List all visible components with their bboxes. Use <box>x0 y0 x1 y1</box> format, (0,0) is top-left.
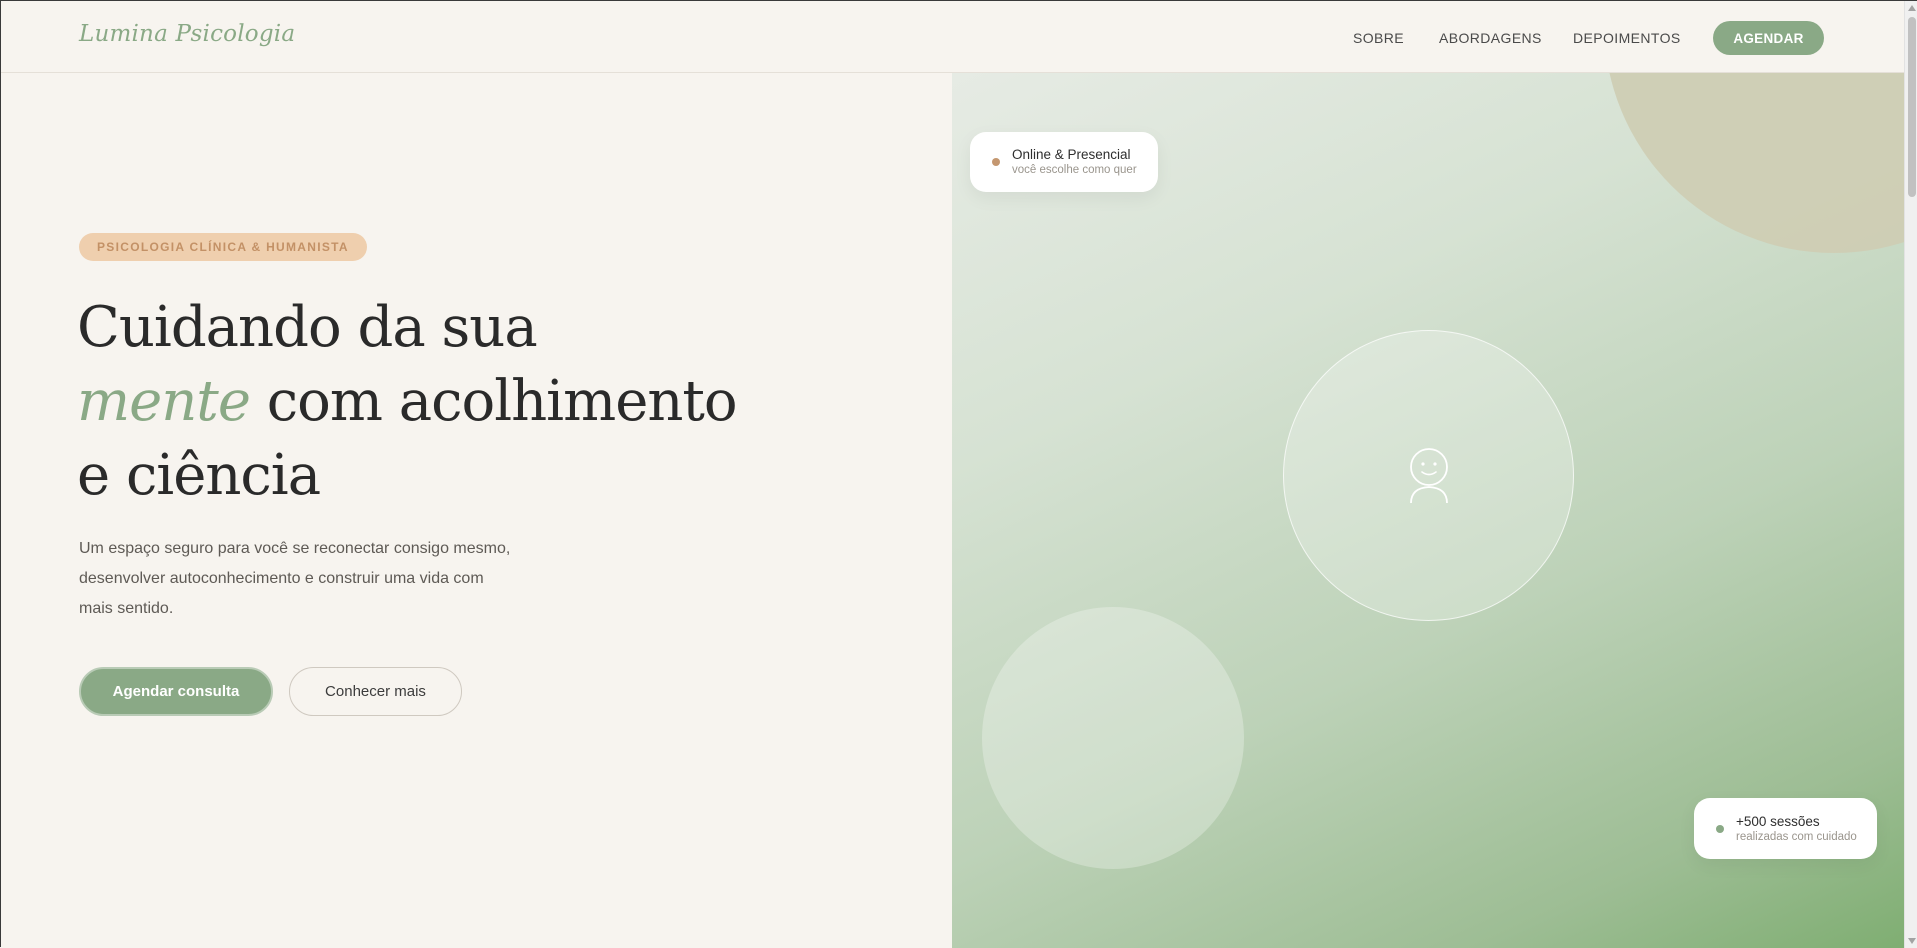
nav-link-sobre[interactable]: SOBRE <box>1353 30 1404 46</box>
card-title: Online & Presencial <box>1012 147 1131 162</box>
online-presencial-card: Online & Presencial você escolhe como qu… <box>970 132 1158 192</box>
sessions-card: +500 sessões realizadas com cuidado <box>1694 798 1877 859</box>
center-circle <box>1283 330 1574 621</box>
card-subtitle: você escolhe como quer <box>1012 164 1137 176</box>
headline-line-1: Cuidando da sua <box>77 295 538 360</box>
scroll-up-arrow-icon[interactable] <box>1908 5 1916 11</box>
site-header: Lumina Psicologia SOBRE ABORDAGENS DEPOI… <box>1 1 1904 73</box>
hero-visual: Online & Presencial você escolhe como qu… <box>952 73 1904 948</box>
nav-link-abordagens[interactable]: ABORDAGENS <box>1439 30 1542 46</box>
decorative-blob-bottom <box>982 607 1244 869</box>
person-smile-icon <box>1406 447 1452 504</box>
scrollbar-thumb[interactable] <box>1908 17 1916 197</box>
headline-accent-word: mente <box>77 369 251 434</box>
card-subtitle: realizadas com cuidado <box>1736 830 1857 843</box>
status-dot <box>992 158 1000 166</box>
hero-headline: Cuidando da sua mente com acolhimento e … <box>77 291 777 513</box>
status-dot <box>1716 824 1724 833</box>
card-title: +500 sessões <box>1736 813 1820 829</box>
browser-viewport: Lumina Psicologia SOBRE ABORDAGENS DEPOI… <box>0 0 1917 948</box>
vertical-scrollbar[interactable] <box>1904 1 1917 948</box>
agendar-nav-button[interactable]: AGENDAR <box>1713 21 1824 55</box>
scroll-down-arrow-icon[interactable] <box>1908 938 1916 944</box>
hero-description: Um espaço seguro para você se reconectar… <box>79 540 511 617</box>
conhecer-mais-button[interactable]: Conhecer mais <box>289 667 462 716</box>
headline-line-3: e ciência <box>77 443 321 508</box>
decorative-blob-top <box>1604 73 1904 253</box>
site-logo[interactable]: Lumina Psicologia <box>79 21 295 47</box>
hero-badge: PSICOLOGIA CLÍNICA & HUMANISTA <box>79 233 367 261</box>
agendar-consulta-button[interactable]: Agendar consulta <box>79 667 273 716</box>
headline-line-2-rest: com acolhimento <box>249 369 738 434</box>
nav-link-depoimentos[interactable]: DEPOIMENTOS <box>1573 30 1681 46</box>
